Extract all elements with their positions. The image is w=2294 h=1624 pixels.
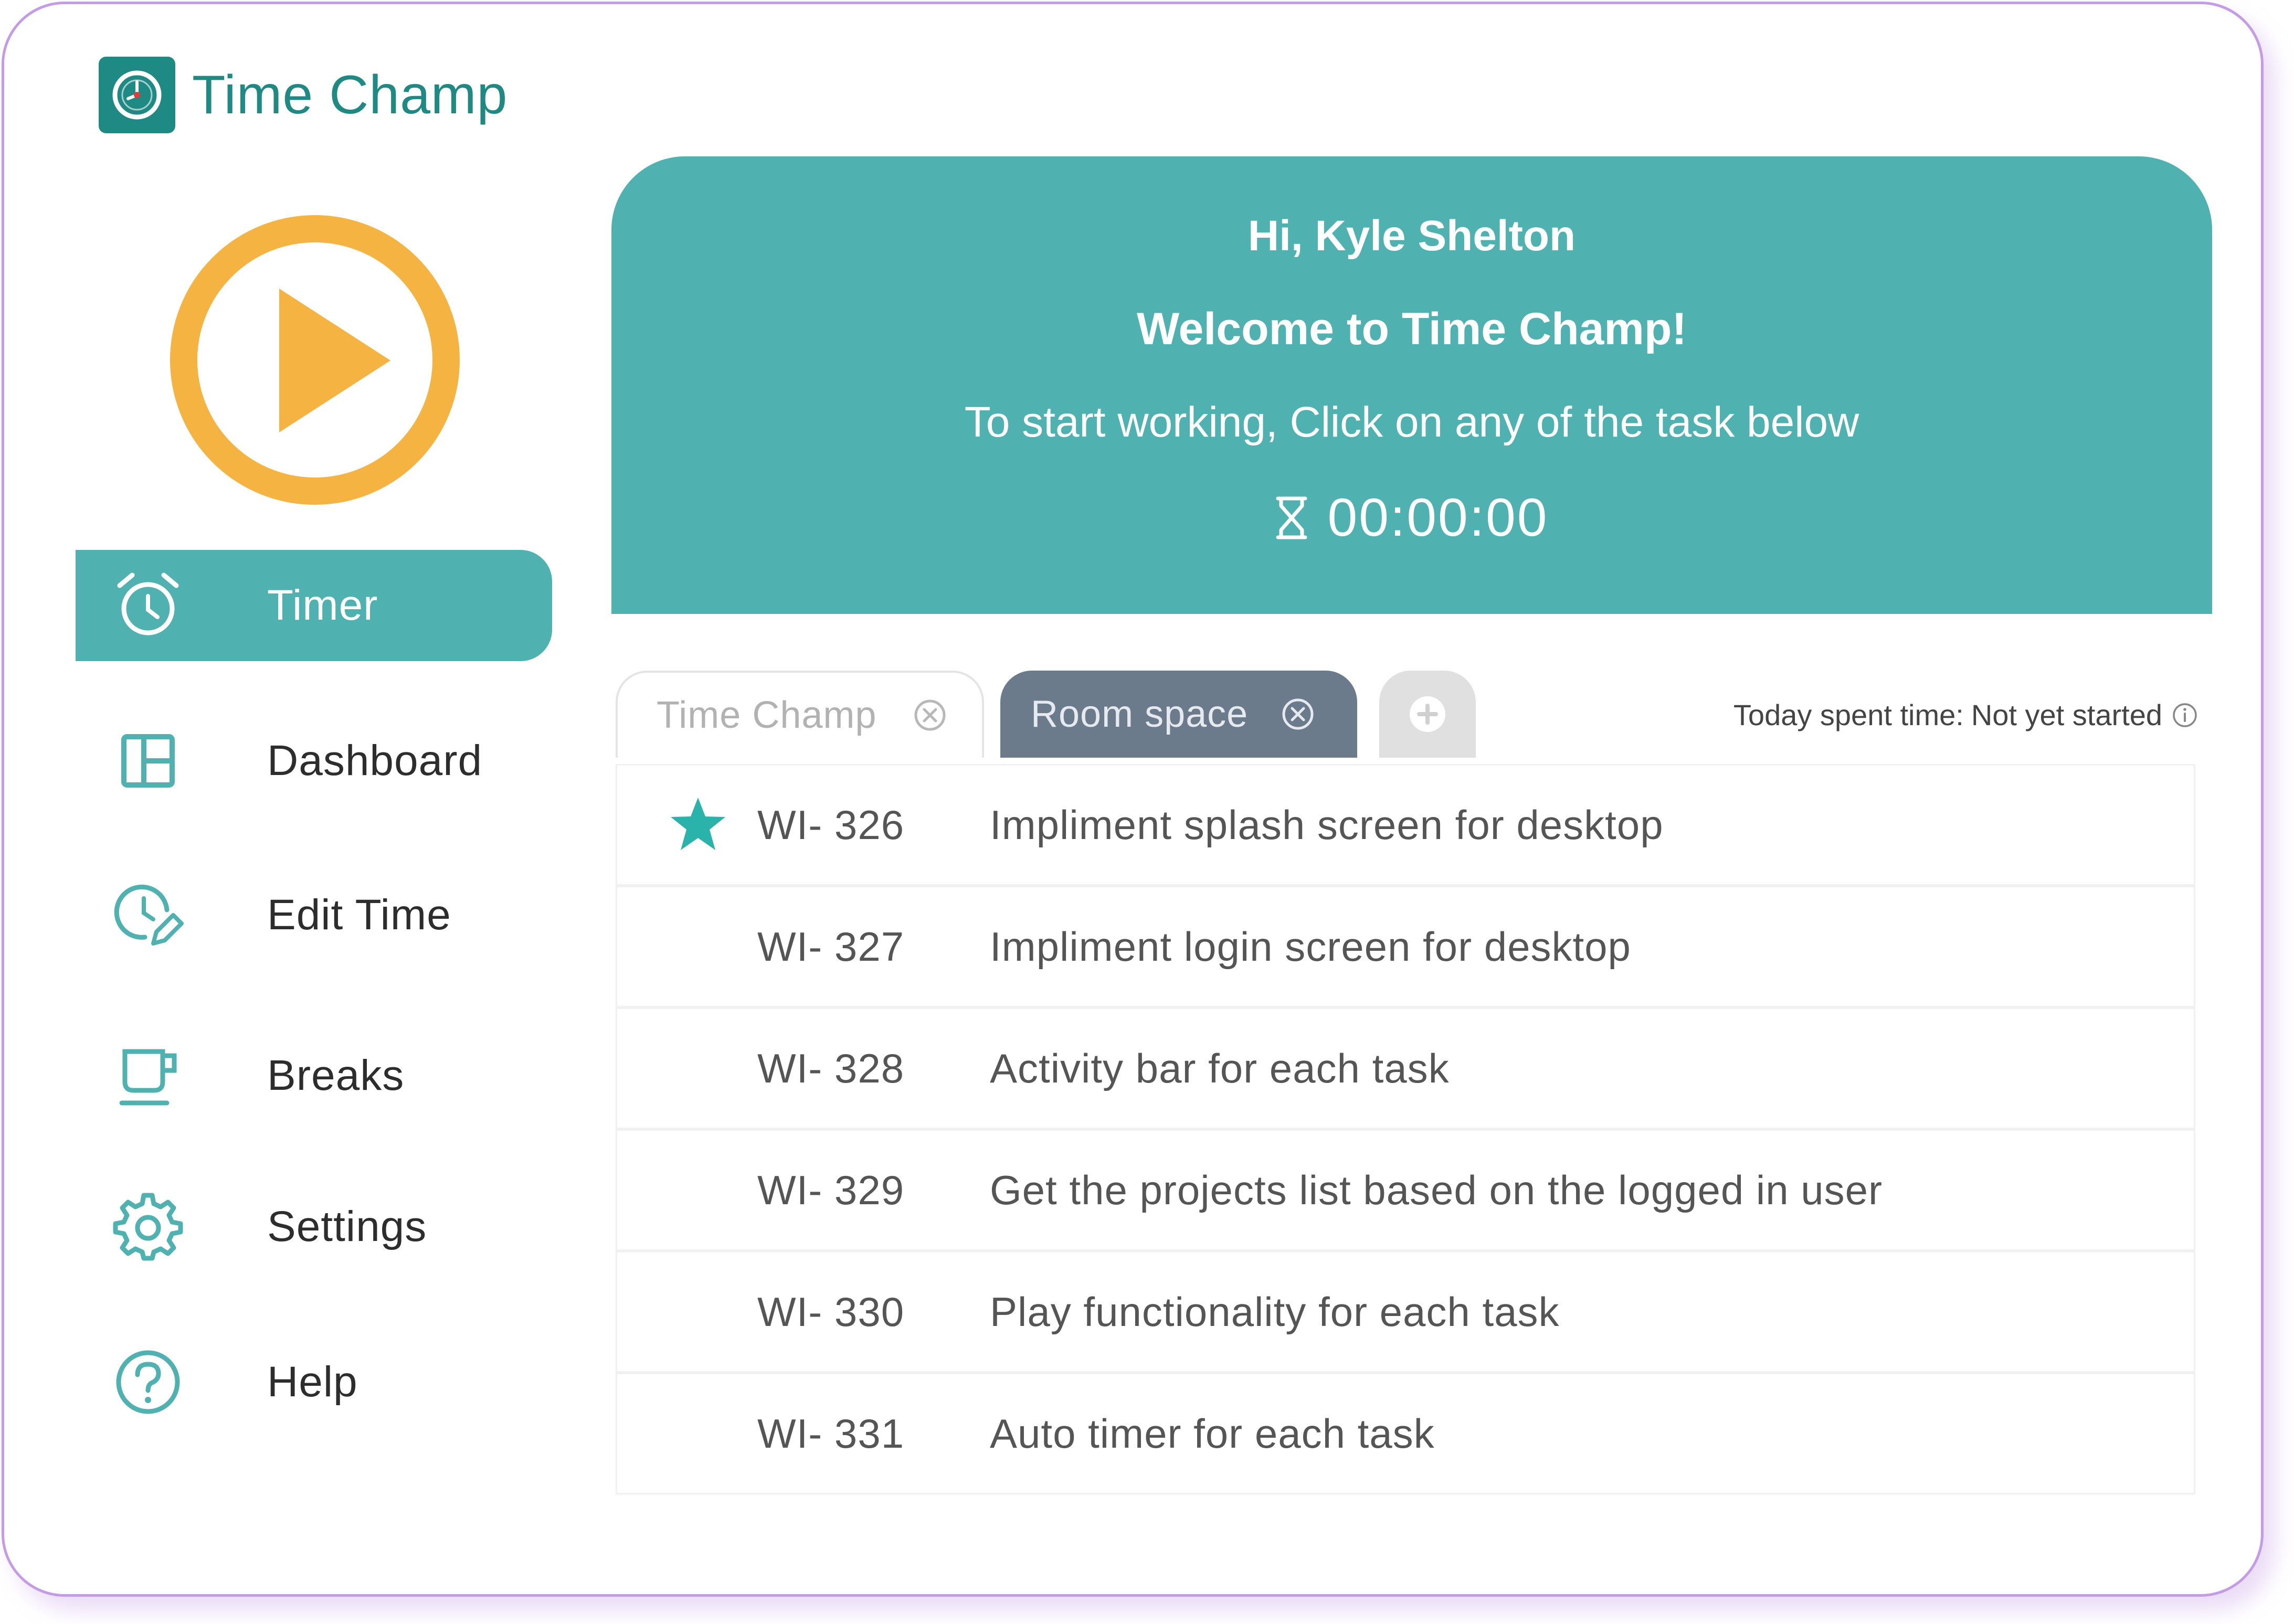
task-title: Impliment splash screen for desktop <box>990 801 1664 848</box>
task-row[interactable]: WI- 329 Get the projects list based on t… <box>616 1129 2195 1251</box>
coffee-cup-icon <box>112 1040 184 1111</box>
alarm-clock-icon <box>112 570 184 641</box>
sidebar-item-help[interactable]: Help <box>76 1326 552 1438</box>
tab-label: Time Champ <box>657 694 877 736</box>
clock-edit-icon <box>112 879 184 951</box>
dashboard-icon <box>112 725 184 797</box>
task-id: WI- 330 <box>757 1288 905 1335</box>
task-row[interactable]: WI- 330 Play functionality for each task <box>616 1251 2195 1373</box>
sidebar-item-timer[interactable]: Timer <box>76 550 552 661</box>
task-title: Auto timer for each task <box>990 1410 1435 1457</box>
task-row[interactable]: WI- 327 Impliment login screen for deskt… <box>616 886 2195 1007</box>
sidebar-item-label: Edit Time <box>267 891 451 939</box>
sidebar-item-label: Timer <box>267 581 378 629</box>
task-title: Play functionality for each task <box>990 1288 1560 1335</box>
sidebar-item-label: Breaks <box>267 1052 405 1099</box>
sidebar-item-label: Settings <box>267 1203 427 1250</box>
task-row[interactable]: WI- 328 Activity bar for each task <box>616 1007 2195 1129</box>
today-spent-time: Today spent time: Not yet started <box>1631 698 2198 732</box>
timer-display: 00:00:00 <box>611 487 2212 548</box>
close-icon[interactable] <box>1281 697 1315 731</box>
sidebar-item-dashboard[interactable]: Dashboard <box>76 705 552 816</box>
sidebar-item-label: Help <box>267 1358 358 1406</box>
help-icon <box>112 1346 184 1418</box>
tab-label: Room space <box>1031 693 1249 735</box>
task-id: WI- 327 <box>757 923 905 970</box>
welcome-banner: Hi, Kyle Shelton Welcome to Time Champ! … <box>611 156 2212 614</box>
logo-clock-icon <box>99 57 175 133</box>
welcome-text: Welcome to Time Champ! <box>1136 304 1687 354</box>
task-id: WI- 326 <box>757 801 905 848</box>
task-title: Activity bar for each task <box>990 1045 1450 1091</box>
spent-time-value: Not yet started <box>1971 698 2162 731</box>
greeting-text: Hi, Kyle Shelton <box>1248 212 1576 260</box>
play-icon <box>170 215 460 505</box>
task-id: WI- 329 <box>757 1166 905 1213</box>
task-title: Impliment login screen for desktop <box>990 923 1631 970</box>
task-id: WI- 331 <box>757 1410 905 1457</box>
info-icon[interactable] <box>2172 702 2198 728</box>
plus-circle-icon <box>1410 696 1445 732</box>
sidebar-item-breaks[interactable]: Breaks <box>76 1020 552 1131</box>
tab-time-champ[interactable]: Time Champ <box>616 671 984 758</box>
task-row[interactable]: WI- 331 Auto timer for each task <box>616 1373 2195 1494</box>
task-title: Get the projects list based on the logge… <box>990 1166 1883 1213</box>
spent-time-label: Today spent time: <box>1733 698 1964 731</box>
instruction-text: To start working, Click on any of the ta… <box>964 398 1859 446</box>
play-button[interactable] <box>165 210 465 510</box>
sidebar-item-settings[interactable]: Settings <box>76 1171 552 1282</box>
task-row[interactable]: WI- 326 Impliment splash screen for desk… <box>616 764 2195 886</box>
star-icon[interactable] <box>669 795 727 854</box>
hourglass-icon <box>1276 496 1307 539</box>
task-id: WI- 328 <box>757 1045 905 1091</box>
add-tab-button[interactable] <box>1379 671 1476 758</box>
close-icon[interactable] <box>913 698 947 733</box>
gear-icon <box>112 1191 184 1262</box>
tab-room-space[interactable]: Room space <box>1000 671 1357 758</box>
app-name: Time Champ <box>192 64 508 125</box>
app-window: Time Champ Timer Dashboard Edit Time Bre… <box>2 2 2264 1597</box>
sidebar-item-edit-time[interactable]: Edit Time <box>76 859 552 971</box>
logo: Time Champ <box>99 57 508 133</box>
sidebar-item-label: Dashboard <box>267 737 483 784</box>
timer-value: 00:00:00 <box>1327 487 1549 547</box>
